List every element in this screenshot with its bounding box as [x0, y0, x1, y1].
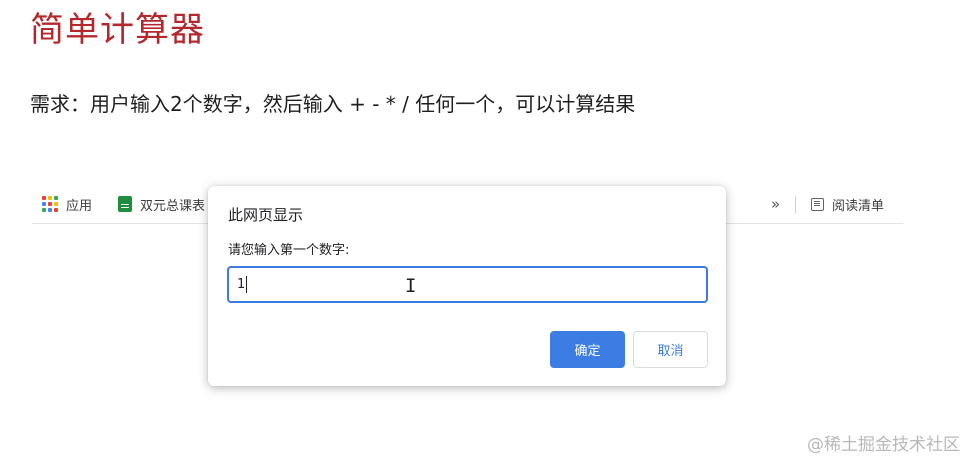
spreadsheet-icon	[118, 196, 132, 212]
slide-title: 简单计算器	[30, 10, 205, 50]
bookmark-schedule-label: 双元总课表	[140, 198, 206, 214]
bookmark-apps-label: 应用	[66, 198, 93, 214]
more-bookmarks-button[interactable]: »	[771, 195, 780, 213]
apps-grid-dot	[54, 202, 58, 206]
apps-grid-dot	[48, 196, 52, 200]
bookmark-apps[interactable]: 应用	[42, 195, 93, 214]
toolbar-divider	[795, 196, 796, 213]
ibeam-cursor-icon: I	[405, 275, 417, 297]
apps-grid-dot	[54, 196, 58, 200]
bookmark-schedule[interactable]: 双元总课表	[118, 195, 206, 214]
cancel-button[interactable]: 取消	[633, 331, 708, 368]
apps-grid-dot	[42, 196, 46, 200]
number-input[interactable]	[227, 266, 708, 303]
watermark: @稀土掘金技术社区	[807, 435, 960, 455]
reading-list-label: 阅读清单	[832, 198, 885, 214]
text-caret	[246, 276, 247, 293]
apps-grid-dot	[48, 208, 52, 212]
reading-list-button[interactable]: 阅读清单	[811, 195, 885, 214]
apps-grid-dot	[42, 208, 46, 212]
apps-grid-dot	[48, 202, 52, 206]
apps-grid-dot	[42, 202, 46, 206]
ok-button[interactable]: 确定	[550, 331, 625, 368]
requirement-text: 需求：用户输入2个数字，然后输入 + - * / 任何一个，可以计算结果	[30, 92, 636, 116]
apps-grid-dot	[54, 208, 58, 212]
reading-list-icon	[811, 197, 824, 211]
apps-grid-icon	[42, 196, 58, 212]
dialog-message: 请您输入第一个数字:	[228, 243, 350, 258]
prompt-dialog: 此网页显示 请您输入第一个数字: I 确定 取消	[208, 186, 726, 386]
dialog-title: 此网页显示	[228, 206, 304, 224]
